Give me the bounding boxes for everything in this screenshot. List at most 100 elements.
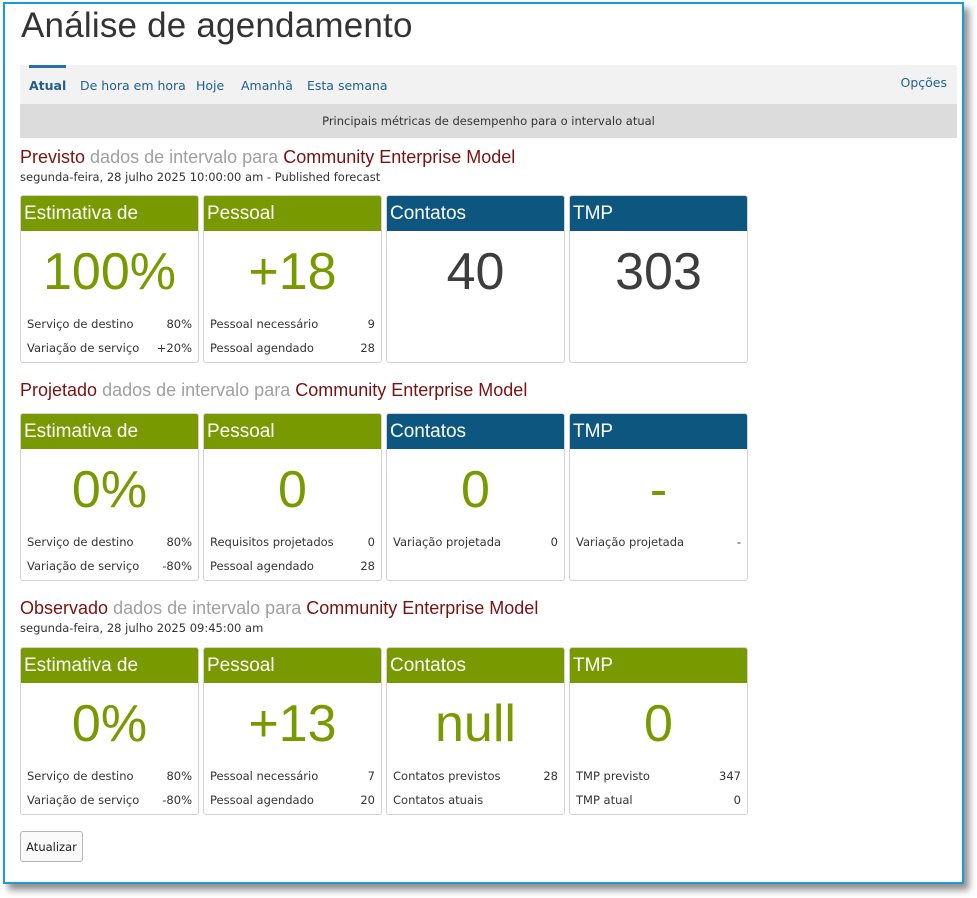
metric-row: Pessoal agendado 28 [210,341,375,355]
metric-label: Serviço de destino [27,317,134,331]
interval-subheader: Principais métricas de desempenho para o… [20,104,957,138]
card-title: TMP [570,648,747,683]
metric-value: 347 [719,769,741,783]
section-middle-text: dados de intervalo para [113,598,302,618]
card-title: Estimativa de [21,648,198,683]
card-tmp-previsto: TMP 303 [569,195,748,363]
metric-value: 7 [367,769,375,783]
card-tmp-projetado: TMP - Variação projetada - [569,413,748,581]
card-title: Estimativa de [21,414,198,449]
metric-label: TMP atual [576,793,633,807]
card-estimativa-projetado: Estimativa de 0% Serviço de destino 80% V… [20,413,199,581]
metric-row: Contatos atuais [393,793,558,807]
metric-label: Pessoal necessário [210,317,319,331]
page-title: Análise de agendamento [21,6,413,45]
metric-label: Serviço de destino [27,769,134,783]
card-title: Contatos [387,648,564,683]
card-value: 100% [43,243,176,301]
metric-label: Variação de serviço [27,793,140,807]
metric-row: Variação de serviço +20% [27,341,192,355]
metric-label: Pessoal necessário [210,769,319,783]
metric-row: Pessoal agendado 20 [210,793,375,807]
card-estimativa-previsto: Estimativa de 100% Serviço de destino 80%… [20,195,199,363]
metric-label: TMP previsto [576,769,650,783]
tab-atual[interactable]: Atual [29,65,67,104]
card-value: +13 [248,695,337,753]
metric-value: 20 [360,793,375,807]
metric-label: Variação de serviço [27,559,140,573]
card-value: 0 [461,461,490,519]
card-value: - [649,461,668,519]
section-date-previsto: segunda-feira, 28 julho 2025 10:00:00 am… [20,170,381,184]
metric-value: 80% [166,535,192,549]
tab-hoje[interactable]: Hoje [196,65,224,104]
metric-value: 0 [550,535,558,549]
card-contatos-observado: Contatos null Contatos previstos 28 Conta… [386,647,565,815]
section-kind: Previsto [20,147,86,167]
section-model: Community Enterprise Model [295,380,528,400]
card-title: TMP [570,196,747,231]
metric-row: Pessoal necessário 9 [210,317,375,331]
metric-value: - [736,535,741,549]
card-title: Pessoal [204,648,381,683]
metric-value: 28 [543,769,558,783]
metric-label: Variação projetada [576,535,685,549]
metric-row: Variação projetada 0 [393,535,558,549]
metric-label: Pessoal agendado [210,341,314,355]
metric-row: TMP atual 0 [576,793,741,807]
metric-row: Variação de serviço -80% [27,793,192,807]
card-value: 0 [644,695,673,753]
card-value: 303 [615,243,702,301]
metric-label: Variação de serviço [27,341,140,355]
tab-esta-semana[interactable]: Esta semana [307,65,388,104]
section-heading-observado: Observado dados de intervalo para Commun… [20,598,538,619]
card-title: Contatos [387,196,564,231]
metric-value: -80% [162,793,192,807]
section-heading-projetado: Projetado dados de intervalo para Commun… [20,380,527,401]
section-kind: Observado [20,598,109,618]
options-link[interactable]: Opções [901,65,948,101]
card-estimativa-observado: Estimativa de 0% Serviço de destino 80% V… [20,647,199,815]
metric-row: Serviço de destino 80% [27,317,192,331]
card-value: 40 [446,243,505,301]
metric-label: Pessoal agendado [210,559,314,573]
card-title: Estimativa de [21,196,198,231]
metric-row: Contatos previstos 28 [393,769,558,783]
card-title: Pessoal [204,414,381,449]
metric-value: 9 [367,317,375,331]
metric-value: 0 [367,535,375,549]
card-tmp-observado: TMP 0 TMP previsto 347 TMP atual 0 [569,647,748,815]
card-pessoal-observado: Pessoal +13 Pessoal necessário 7 Pessoal … [203,647,382,815]
metric-label: Contatos atuais [393,793,484,807]
tab-amanha[interactable]: Amanhã [241,65,293,104]
card-value: null [435,695,516,753]
metric-label: Variação projetada [393,535,502,549]
section-middle-text: dados de intervalo para [90,147,279,167]
card-title: Pessoal [204,196,381,231]
section-heading-previsto: Previsto dados de intervalo para Communi… [20,147,515,168]
tab-de-hora-em-hora[interactable]: De hora em hora [80,65,186,104]
section-model: Community Enterprise Model [306,598,539,618]
metric-value: 80% [166,317,192,331]
metric-label: Serviço de destino [27,535,134,549]
card-value: 0 [278,461,307,519]
metric-row: Variação projetada - [576,535,741,549]
metric-row: Variação de serviço -80% [27,559,192,573]
metric-value: 80% [166,769,192,783]
metric-value: 28 [360,341,375,355]
metric-label: Pessoal agendado [210,793,314,807]
card-contatos-previsto: Contatos 40 [386,195,565,363]
section-middle-text: dados de intervalo para [102,380,291,400]
metric-row: Requisitos projetados 0 [210,535,375,549]
card-value: 0% [71,695,148,753]
refresh-button[interactable]: Atualizar [20,831,83,862]
card-value: 0% [71,461,148,519]
section-model: Community Enterprise Model [283,147,516,167]
metric-row: Serviço de destino 80% [27,535,192,549]
card-title: TMP [570,414,747,449]
metric-value: +20% [156,341,192,355]
card-title: Contatos [387,414,564,449]
metric-label: Requisitos projetados [210,535,334,549]
metric-row: TMP previsto 347 [576,769,741,783]
metric-row: Pessoal agendado 28 [210,559,375,573]
